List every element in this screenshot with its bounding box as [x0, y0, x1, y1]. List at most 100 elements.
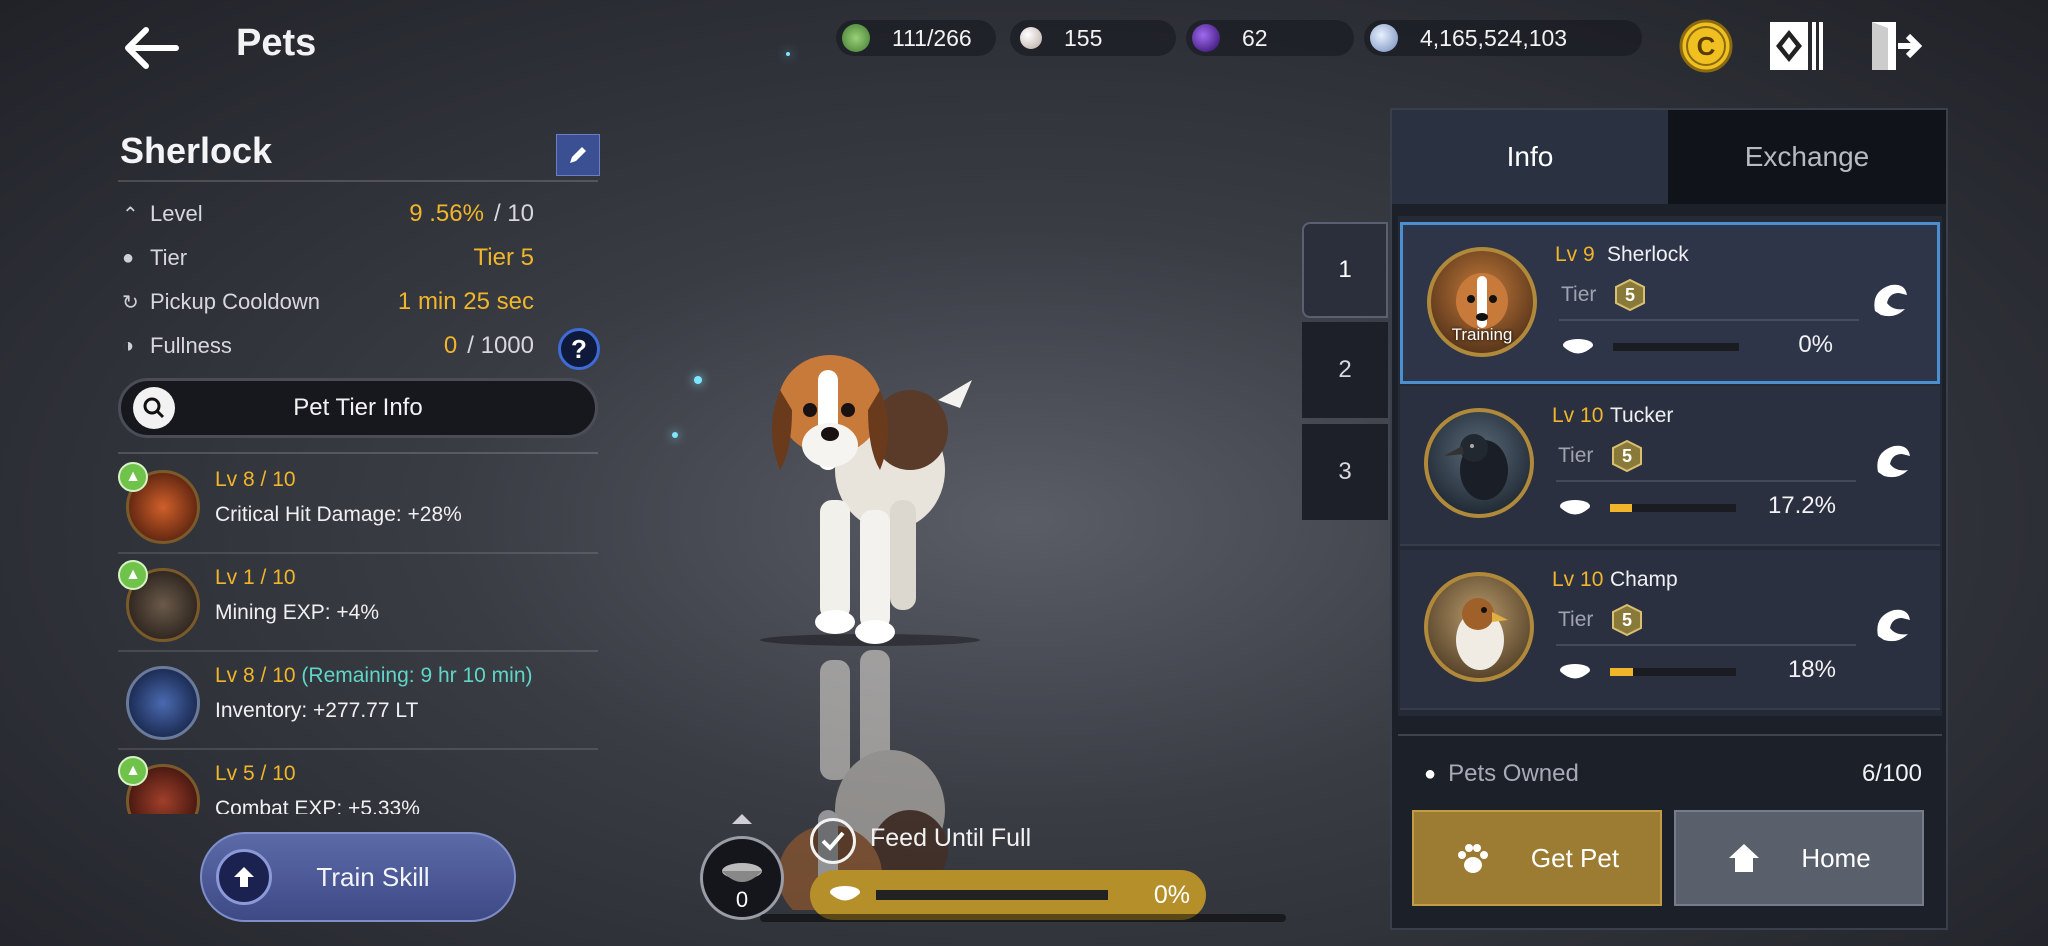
fullness-percent: 0% [1153, 881, 1190, 909]
divider [1559, 319, 1859, 321]
pet-level: Lv 9 [1555, 243, 1595, 266]
divider [118, 180, 598, 182]
skill-desc: Critical Hit Damage: +28% [215, 503, 462, 526]
train-arrow-icon [216, 849, 272, 905]
stat-level: ⌃ Level 9 .56% / 10 [122, 196, 534, 232]
skill-level: Lv 5 / 10 [215, 762, 296, 785]
hawk-portrait-icon [1456, 598, 1508, 670]
rename-button[interactable] [556, 134, 600, 176]
skill-level: Lv 1 / 10 [215, 566, 296, 589]
train-skill-button[interactable]: Train Skill [200, 832, 516, 922]
skill-item[interactable]: ▲ Lv 1 / 10 Mining EXP: +4% [118, 556, 598, 652]
fullness-percent: 18% [1787, 656, 1836, 683]
green-gem-icon [842, 24, 870, 52]
currency-value: 155 [1064, 24, 1103, 51]
skill-item[interactable]: ▲ Lv 8 / 10 Critical Hit Damage: +28% [118, 458, 598, 554]
skill-level: Lv 8 / 10 [215, 664, 296, 687]
tier-badge: 5 [1612, 440, 1642, 472]
level-chevron-icon: ⌃ [122, 203, 139, 226]
fullness-percent: 17.2% [1767, 492, 1836, 519]
currency-purple-orb: 62 [1186, 20, 1354, 56]
back-button[interactable] [118, 18, 188, 78]
pets-owned-label: Pets Owned [1448, 760, 1579, 787]
pet-name: Sherlock [120, 130, 273, 171]
home-label: Home [1801, 842, 1871, 873]
pet-avatar: Training [1427, 247, 1537, 357]
get-pet-button[interactable]: Get Pet [1412, 810, 1662, 906]
back-arrow-icon [125, 27, 179, 69]
divider [118, 452, 598, 454]
tier-label: Tier [1558, 608, 1594, 631]
currency-value: 111/266 [892, 24, 972, 51]
skill-level: Lv 8 / 10 [215, 468, 296, 491]
skill-desc: Inventory: +277.77 LT [215, 699, 419, 722]
divider [1556, 480, 1856, 482]
sparkle-particle [672, 432, 678, 438]
pet-tier-info-button[interactable]: Pet Tier Info [118, 378, 598, 438]
help-button[interactable]: ? [558, 328, 600, 370]
upgrade-arrow-icon: ▲ [118, 560, 148, 590]
training-status: Training [1451, 325, 1513, 344]
search-icon [133, 387, 175, 429]
skill-item[interactable]: ▲ Lv 5 / 10 Combat EXP: +5.33% [118, 752, 598, 814]
slot-tab-2[interactable]: 2 [1302, 322, 1388, 418]
stat-value: Tier 5 [473, 244, 534, 271]
pet-list-item[interactable]: Lv 10 Champ Tier 5 18% [1400, 550, 1940, 710]
currency-silver: 4,165,524,103 [1364, 20, 1642, 56]
stat-max: / 10 [493, 200, 534, 227]
tier-label: Tier [1561, 283, 1597, 306]
slot-tab-1[interactable]: 1 [1302, 222, 1388, 318]
purple-orb-icon [1192, 24, 1220, 52]
stat-value: 0 [443, 332, 458, 359]
paw-icon: ● [1424, 762, 1437, 785]
pet-level: Lv 10 [1552, 404, 1604, 427]
home-button[interactable]: Home [1674, 810, 1924, 906]
page-title: Pets [236, 22, 317, 64]
stat-max: / 1000 [467, 332, 534, 359]
fullness-percent: 0% [1798, 331, 1833, 358]
food-bowl-icon: ◑ [122, 334, 135, 357]
pet-list-name: Sherlock [1607, 243, 1689, 266]
tab-info[interactable]: Info [1392, 110, 1668, 204]
currency-value: 4,165,524,103 [1420, 24, 1568, 51]
skill-item[interactable]: Lv 8 / 10 (Remaining: 9 hr 10 min) Inven… [118, 654, 598, 750]
exit-button[interactable] [1864, 16, 1924, 76]
pet-list-item[interactable]: Lv 10 Tucker Tier 5 17.2% [1400, 386, 1940, 546]
raven-portrait-icon [1444, 434, 1508, 500]
feed-until-full-checkbox[interactable] [810, 818, 856, 864]
food-bowl-button[interactable]: 0 [700, 836, 784, 920]
dolphin-summon-icon[interactable] [1865, 277, 1915, 327]
dolphin-summon-icon[interactable] [1868, 438, 1918, 488]
pet-list-name: Tucker [1610, 404, 1674, 427]
food-bowl-icon [1560, 664, 1590, 679]
stat-value: 1 min 25 sec [397, 288, 534, 315]
paw-icon: ● [122, 246, 135, 269]
dolphin-summon-icon[interactable] [1868, 602, 1918, 652]
food-count: 0 [735, 887, 749, 912]
gold-coin-button[interactable]: C [1676, 16, 1736, 76]
stat-pickup-cooldown: ↻ Pickup Cooldown 1 min 25 sec [122, 284, 534, 320]
stat-fullness: ◑ Fullness 0 / 1000 [122, 328, 534, 364]
stat-tier: ● Tier Tier 5 [122, 240, 534, 276]
tier-info-label: Pet Tier Info [293, 394, 423, 421]
tier-value: 5 [1621, 445, 1632, 466]
cooldown-clock-icon: ↻ [122, 291, 139, 314]
slot-tab-3[interactable]: 3 [1302, 424, 1388, 520]
tier-badge: 5 [1612, 604, 1642, 636]
sparkle-particle [694, 376, 702, 384]
skill-list[interactable]: ▲ Lv 8 / 10 Critical Hit Damage: +28% ▲ … [118, 458, 598, 814]
gold-coin-icon: C [1679, 19, 1733, 73]
pet-list-item[interactable]: Training Lv 9 Sherlock Tier 5 0% [1400, 222, 1940, 384]
divider [1556, 644, 1856, 646]
skill-remaining: (Remaining: 9 hr 10 min) [301, 664, 533, 687]
tab-exchange[interactable]: Exchange [1668, 110, 1946, 204]
feed-until-full-label: Feed Until Full [870, 824, 1032, 852]
pet-level: Lv 10 [1552, 568, 1604, 591]
expand-up-icon[interactable] [730, 812, 754, 826]
stat-label: Fullness [150, 333, 232, 358]
stat-label: Level [150, 201, 203, 226]
storage-button[interactable] [1766, 16, 1826, 76]
paw-icon [1457, 844, 1488, 873]
pet-list[interactable]: Training Lv 9 Sherlock Tier 5 0% Lv 10 T… [1398, 216, 1942, 716]
silver-coin-icon [1370, 24, 1398, 52]
